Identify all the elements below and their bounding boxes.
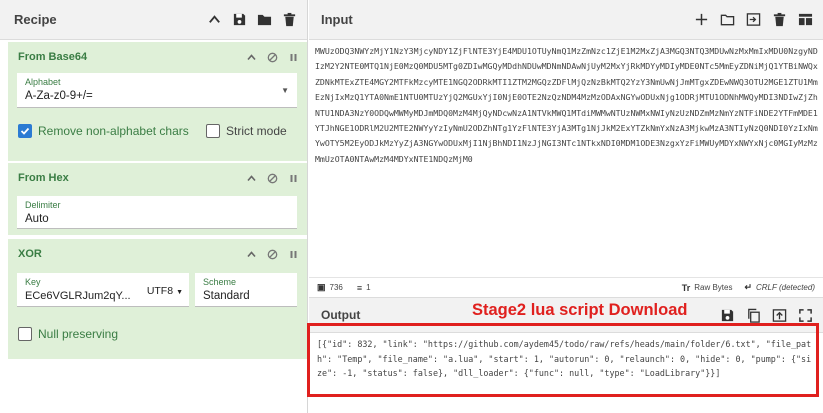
delimiter-label: Delimiter	[25, 200, 61, 210]
operation-from-hex[interactable]: From Hex Delimiter Auto	[8, 163, 307, 235]
strict-mode-option[interactable]: Strict mode	[206, 124, 287, 138]
output-textarea[interactable]: [{"id": 832, "link": "https://github.com…	[317, 337, 815, 381]
open-folder-icon[interactable]	[719, 12, 735, 28]
recipe-title: Recipe	[14, 12, 57, 27]
alphabet-value: A-Za-z0-9+/=	[25, 90, 93, 102]
key-encoding-dropdown[interactable]: UTF8 ▼	[147, 285, 183, 297]
operation-from-base64[interactable]: From Base64 Alphabet A-Za-z0-9+/= ▼ Remo…	[8, 42, 307, 161]
remove-non-alphabet-option[interactable]: Remove non-alphabet chars	[18, 124, 189, 138]
input-title: Input	[321, 12, 353, 27]
chevron-up-icon[interactable]	[246, 52, 257, 63]
disable-icon[interactable]	[267, 173, 278, 184]
null-preserving-option[interactable]: Null preserving	[18, 327, 118, 341]
annotation-label: Stage2 lua script Download	[472, 301, 688, 319]
save-icon[interactable]	[719, 307, 735, 323]
load-file-icon[interactable]	[745, 12, 761, 28]
chevron-up-icon[interactable]	[246, 249, 257, 260]
operation-title: From Base64	[18, 51, 88, 63]
scheme-field[interactable]: Scheme Standard	[195, 273, 297, 307]
maximize-icon[interactable]	[797, 307, 813, 323]
dropdown-caret-icon: ▼	[176, 289, 183, 296]
disable-icon[interactable]	[267, 249, 278, 260]
dropdown-caret-icon[interactable]: ▼	[281, 86, 289, 95]
checkbox-unchecked[interactable]	[18, 327, 32, 341]
scheme-value: Standard	[203, 290, 250, 302]
scheme-label: Scheme	[203, 277, 237, 287]
input-textarea[interactable]: MWUzODQ3NWYzMjY1NzY3MjcyNDY1ZjFlNTE3YjE4…	[315, 44, 821, 167]
lines-icon: ≡	[356, 282, 363, 293]
key-encoding-value: UTF8	[146, 285, 174, 297]
pause-icon[interactable]	[288, 249, 299, 260]
input-length: 736	[329, 283, 343, 292]
operation-xor[interactable]: XOR Key ECe6VGLRJum2qY... UTF8 ▼ Scheme S…	[8, 239, 307, 359]
eol-icon: ↵	[744, 282, 752, 292]
checkbox-unchecked[interactable]	[206, 124, 220, 138]
alphabet-field[interactable]: Alphabet A-Za-z0-9+/= ▼	[17, 73, 297, 108]
disable-icon[interactable]	[267, 52, 278, 63]
delimiter-value: Auto	[25, 213, 49, 225]
checkbox-checked[interactable]	[18, 124, 32, 138]
delimiter-field[interactable]: Delimiter Auto	[17, 196, 297, 229]
input-pane: Input MWUzODQ3NWYzMjY1NzY3MjcyNDY1ZjFlNT…	[309, 0, 823, 297]
raw-bytes-selector[interactable]: Raw Bytes	[694, 283, 732, 292]
input-lines: 1	[366, 283, 371, 292]
input-status-bar: ▣ 736 ≡ 1 Tr Raw Bytes ↵ CRLF (detected)	[309, 277, 823, 297]
input-header: Input	[309, 0, 823, 40]
chevron-up-icon[interactable]	[246, 173, 257, 184]
strict-mode-label: Strict mode	[226, 124, 287, 138]
null-preserving-label: Null preserving	[38, 327, 119, 341]
remove-non-alphabet-label: Remove non-alphabet chars	[38, 124, 189, 138]
text-encoding-icon: Tr	[681, 282, 691, 293]
replace-input-icon[interactable]	[771, 307, 787, 323]
eol-selector[interactable]: CRLF (detected)	[756, 283, 815, 292]
length-icon: ▣	[317, 282, 326, 292]
operation-title: From Hex	[18, 172, 69, 184]
folder-icon[interactable]	[256, 12, 272, 28]
layout-icon[interactable]	[797, 12, 813, 28]
recipe-pane: Recipe From Base64 Alphabet A-Za-z0-9+/=…	[0, 0, 308, 413]
key-field[interactable]: Key ECe6VGLRJum2qY... UTF8 ▼	[17, 273, 189, 307]
copy-icon[interactable]	[745, 307, 761, 323]
pause-icon[interactable]	[288, 173, 299, 184]
chevron-up-icon[interactable]	[206, 12, 222, 28]
operation-title: XOR	[18, 248, 42, 260]
output-pane: Output Stage2 lua script Download [{"id"…	[309, 297, 823, 413]
trash-icon[interactable]	[771, 12, 787, 28]
trash-icon[interactable]	[281, 12, 297, 28]
key-label: Key	[25, 277, 41, 287]
save-icon[interactable]	[231, 12, 247, 28]
alphabet-label: Alphabet	[25, 77, 61, 87]
pause-icon[interactable]	[288, 52, 299, 63]
recipe-header: Recipe	[0, 0, 307, 40]
add-icon[interactable]	[693, 12, 709, 28]
key-value: ECe6VGLRJum2qY...	[25, 290, 131, 302]
